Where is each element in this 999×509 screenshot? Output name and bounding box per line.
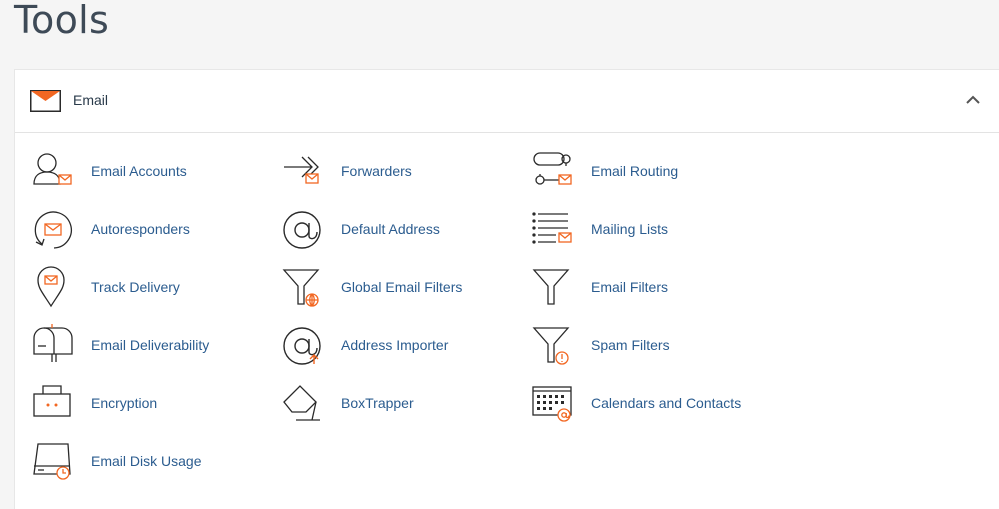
tool-track-delivery[interactable]: Track Delivery: [32, 266, 272, 310]
tool-email-deliverability[interactable]: Email Deliverability: [32, 324, 272, 368]
tool-default-address[interactable]: Default Address: [282, 208, 522, 252]
tool-label: Encryption: [91, 395, 158, 411]
tool-global-email-filters[interactable]: Global Email Filters: [282, 266, 522, 310]
default-address-icon: [283, 211, 321, 249]
tool-label: Track Delivery: [91, 279, 180, 295]
tool-label: Email Filters: [591, 279, 669, 295]
email-accounts-icon: [33, 153, 72, 185]
panel-title: Email: [73, 92, 109, 108]
tool-boxtrapper[interactable]: BoxTrapper: [282, 382, 522, 426]
tool-label: Global Email Filters: [341, 279, 463, 295]
tool-label: Mailing Lists: [591, 221, 669, 237]
track-delivery-icon: [37, 266, 65, 308]
envelope-icon: [30, 90, 61, 112]
tool-forwarders[interactable]: Forwarders: [282, 150, 522, 194]
tool-label: Spam Filters: [591, 337, 670, 353]
encryption-icon: [33, 385, 71, 417]
tool-address-importer[interactable]: Address Importer: [282, 324, 522, 368]
tool-email-routing[interactable]: Email Routing: [532, 150, 772, 194]
tool-label: Default Address: [341, 221, 440, 237]
calendars-contacts-icon: [532, 386, 572, 422]
tool-autoresponders[interactable]: Autoresponders: [32, 208, 272, 252]
tool-label: Email Deliverability: [91, 337, 210, 353]
spam-filters-icon: [532, 327, 570, 365]
tool-email-accounts[interactable]: Email Accounts: [32, 150, 272, 194]
panel-header[interactable]: Email: [15, 70, 999, 133]
tool-label: Address Importer: [341, 337, 449, 353]
tool-label: BoxTrapper: [341, 395, 414, 411]
address-importer-icon: [283, 327, 321, 365]
email-panel: Email Email Accounts Forwarders Email Ro…: [14, 69, 999, 509]
autoresponders-icon: [34, 211, 72, 249]
chevron-up-icon[interactable]: [965, 92, 981, 108]
tool-label: Email Accounts: [91, 163, 187, 179]
tool-email-disk-usage[interactable]: Email Disk Usage: [32, 440, 272, 484]
boxtrapper-icon: [283, 385, 320, 421]
tool-encryption[interactable]: Encryption: [32, 382, 272, 426]
email-filters-icon: [532, 269, 570, 305]
email-deliverability-icon: [33, 324, 73, 362]
email-routing-icon: [533, 152, 572, 185]
mailing-lists-icon: [532, 212, 572, 244]
forwarders-icon: [284, 156, 319, 184]
global-email-filters-icon: [282, 269, 320, 307]
tool-spam-filters[interactable]: Spam Filters: [532, 324, 772, 368]
tool-mailing-lists[interactable]: Mailing Lists: [532, 208, 772, 252]
email-disk-usage-icon: [33, 443, 71, 480]
tool-email-filters[interactable]: Email Filters: [532, 266, 772, 310]
tool-label: Email Disk Usage: [91, 453, 202, 469]
tool-calendars-and-contacts[interactable]: Calendars and Contacts: [532, 382, 772, 426]
page-title: Tools: [14, 0, 110, 42]
tool-label: Forwarders: [341, 163, 412, 179]
tool-label: Calendars and Contacts: [591, 395, 742, 411]
tool-label: Email Routing: [591, 163, 679, 179]
tool-label: Autoresponders: [91, 221, 190, 237]
